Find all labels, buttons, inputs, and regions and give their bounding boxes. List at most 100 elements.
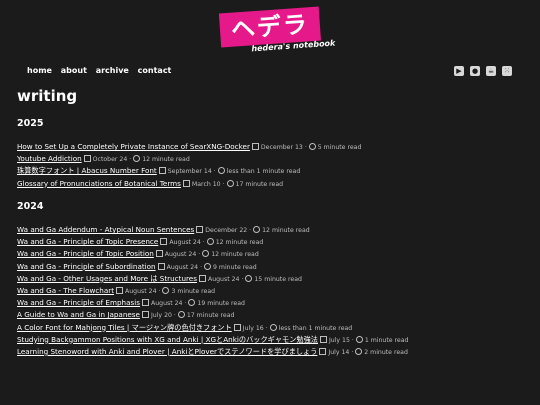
post-title-link[interactable]: Wa and Ga - Principle of Emphasis <box>17 298 140 307</box>
read-time: 12 minute read <box>215 239 264 247</box>
post-title-link[interactable]: A Color Font for Mahjong Tiles | マージャン牌の… <box>17 323 232 332</box>
post-date: August 24 <box>207 275 240 283</box>
calendar-icon <box>83 155 91 163</box>
read-time: 15 minute read <box>254 275 302 283</box>
calendar-icon <box>160 238 168 246</box>
clock-icon <box>188 299 196 307</box>
kofi-icon[interactable]: ☕ <box>486 66 496 76</box>
post-date: August 24 <box>150 300 183 308</box>
clock-icon <box>253 226 261 233</box>
post-item: Wa and Ga - Principle of Emphasis August … <box>17 297 408 309</box>
calendar-icon <box>141 311 149 319</box>
calendar-icon <box>182 179 190 187</box>
calendar-icon <box>319 347 327 355</box>
calendar-icon <box>251 143 259 150</box>
nav-home-link[interactable]: home <box>27 66 52 75</box>
post-meta: July 20 · 17 minute read <box>141 311 234 320</box>
read-time: 12 minute read <box>142 156 190 164</box>
youtube-icon[interactable]: ▶ <box>454 66 464 76</box>
post-date: September 14 <box>167 168 212 176</box>
post-meta: August 24 · 19 minute read <box>141 299 245 308</box>
calendar-icon <box>233 323 241 331</box>
calendar-icon <box>155 250 163 258</box>
post-meta: August 24 · 9 minute read <box>157 262 257 271</box>
year-heading: 2024 <box>17 201 44 212</box>
clock-icon <box>269 323 277 331</box>
post-item: How to Set Up a Completely Private Insta… <box>17 141 361 153</box>
post-item: Youtube Addiction October 24 · 12 minute … <box>17 153 361 165</box>
post-date: July 14 <box>328 348 350 356</box>
clock-icon <box>204 262 212 270</box>
read-time: 12 minute read <box>211 251 259 259</box>
nav-archive-link[interactable]: archive <box>96 66 129 75</box>
post-title-link[interactable]: How to Set Up a Completely Private Insta… <box>17 142 250 151</box>
post-title-link[interactable]: Wa and Ga - Principle of Topic Position <box>17 249 154 258</box>
github-icon[interactable]: ● <box>470 66 480 76</box>
rss-icon[interactable]: ⁙ <box>502 66 512 76</box>
clock-icon <box>245 274 253 282</box>
post-date: March 10 <box>191 180 221 188</box>
read-time: less than 1 minute read <box>226 168 301 176</box>
clock-icon <box>355 335 363 343</box>
post-title-link[interactable]: Wa and Ga - Principle of Subordination <box>17 262 156 271</box>
post-date: December 13 <box>260 144 303 151</box>
read-time: 3 minute read <box>171 287 216 295</box>
calendar-icon <box>196 226 204 233</box>
post-item: A Guide to Wa and Ga in Japanese July 20 … <box>17 309 408 321</box>
calendar-icon <box>116 286 124 294</box>
post-item: 珠算数字フォント | Abacus Number Font September 1… <box>17 165 361 177</box>
post-date: October 24 <box>92 156 128 164</box>
clock-icon <box>355 347 363 355</box>
post-item: Wa and Ga - Principle of Topic Presence A… <box>17 236 408 248</box>
read-time: 5 minute read <box>317 144 362 151</box>
post-date: August 24 <box>169 239 201 247</box>
post-title-link[interactable]: Studying Backgammon Positions with XG an… <box>17 335 318 344</box>
post-title-link[interactable]: Wa and Ga - Principle of Topic Presence <box>17 237 158 246</box>
post-meta: August 24 · 12 minute read <box>155 250 259 259</box>
site-logo[interactable]: ヘデラ hedera's notebook <box>218 6 336 53</box>
post-item: Wa and Ga - The Flowchart August 24 · 3 m… <box>17 285 408 297</box>
post-meta: July 16 · less than 1 minute read <box>233 323 353 332</box>
year-heading: 2025 <box>17 118 44 129</box>
read-time: 17 minute read <box>235 180 284 188</box>
post-date: August 24 <box>125 287 157 295</box>
post-item: Glossary of Pronunciations of Botanical … <box>17 178 361 190</box>
post-meta: December 22 · 12 minute read <box>196 226 310 234</box>
post-item: Studying Backgammon Positions with XG an… <box>17 334 408 346</box>
read-time: 12 minute read <box>262 227 310 234</box>
clock-icon <box>162 286 170 294</box>
nav-about-link[interactable]: about <box>61 66 87 75</box>
post-title-link[interactable]: Glossary of Pronunciations of Botanical … <box>17 179 181 188</box>
post-meta: August 24 · 3 minute read <box>116 286 216 295</box>
page-title: writing <box>17 87 78 105</box>
calendar-icon <box>158 167 166 175</box>
calendar-icon <box>141 299 149 307</box>
post-title-link[interactable]: Learning Stenoword with Anki and Plover … <box>17 347 317 356</box>
post-meta: September 14 · less than 1 minute read <box>158 167 301 176</box>
post-date: August 24 <box>164 251 197 259</box>
nav-contact-link[interactable]: contact <box>138 66 172 75</box>
post-title-link[interactable]: Wa and Ga Addendum - Atypical Noun Sente… <box>17 225 194 234</box>
post-title-link[interactable]: Wa and Ga - Other Usages and More は Stru… <box>17 274 197 283</box>
post-item: Wa and Ga Addendum - Atypical Noun Sente… <box>17 224 408 236</box>
post-title-link[interactable]: Youtube Addiction <box>17 154 82 163</box>
clock-icon <box>202 250 210 258</box>
post-title-link[interactable]: A Guide to Wa and Ga in Japanese <box>17 310 140 319</box>
post-date: July 16 <box>242 324 264 332</box>
calendar-icon <box>319 335 327 343</box>
clock-icon <box>308 143 316 150</box>
read-time: 2 minute read <box>364 348 408 356</box>
post-meta: March 10 · 17 minute read <box>182 179 284 188</box>
post-title-link[interactable]: Wa and Ga - The Flowchart <box>17 286 114 295</box>
read-time: less than 1 minute read <box>278 324 353 332</box>
post-title-link[interactable]: 珠算数字フォント | Abacus Number Font <box>17 166 157 175</box>
clock-icon <box>206 238 214 246</box>
clock-icon <box>177 311 185 319</box>
post-date: July 20 <box>150 312 172 320</box>
calendar-icon <box>198 274 206 282</box>
social-links: ▶ ● ☕ ⁙ <box>454 66 512 76</box>
post-meta: July 15 · 1 minute read <box>319 335 408 344</box>
post-item: A Color Font for Mahjong Tiles | マージャン牌の… <box>17 322 408 334</box>
post-meta: October 24 · 12 minute read <box>83 155 190 164</box>
clock-icon <box>217 167 225 175</box>
